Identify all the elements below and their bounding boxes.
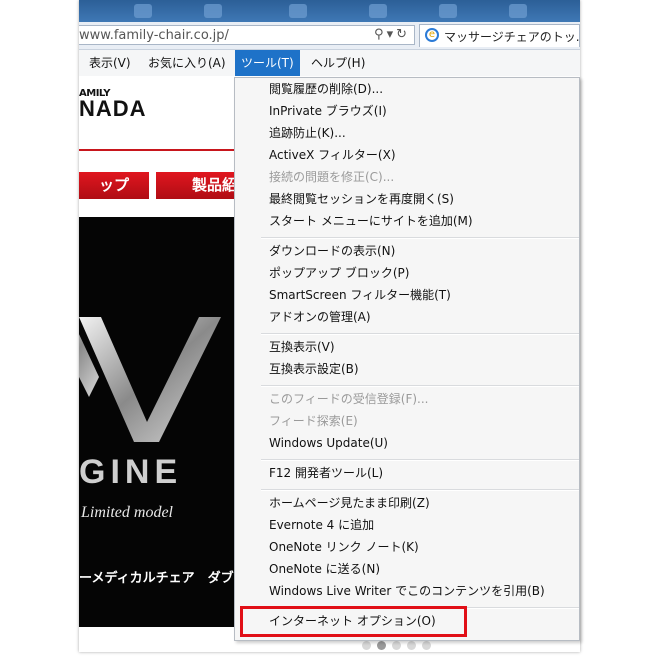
menu-item-inprivate[interactable]: InPrivate ブラウズ(I) [269, 103, 387, 119]
menu-view[interactable]: 表示(V) [89, 50, 131, 76]
menu-item-evernote[interactable]: Evernote 4 に追加 [269, 517, 374, 533]
menu-item-view-downloads[interactable]: ダウンロードの表示(N) [269, 243, 395, 259]
menu-separator [261, 459, 579, 461]
menu-item-onenote-send[interactable]: OneNote に送る(N) [269, 561, 380, 577]
menu-item-tracking-protection[interactable]: 追跡防止(K)... [269, 125, 346, 141]
tab-title: マッサージチェアのトッ... [444, 30, 580, 44]
menu-item-windows-update[interactable]: Windows Update(U) [269, 435, 388, 451]
taskbar-app-icon[interactable] [369, 4, 387, 18]
v-logo-graphic [79, 317, 221, 442]
taskbar-app-icon[interactable] [439, 4, 457, 18]
address-bar[interactable]: www.family-chair.co.jp/ ⚲▾↻ [79, 25, 415, 45]
menu-item-activex-filter[interactable]: ActiveX フィルター(X) [269, 147, 396, 163]
carousel-dot[interactable] [362, 641, 371, 650]
site-logo[interactable]: NADA [79, 96, 147, 122]
address-row: www.family-chair.co.jp/ ⚲▾↻ e マッサージチェアのト… [79, 22, 580, 50]
carousel-dot[interactable] [407, 641, 416, 650]
menu-help[interactable]: ヘルプ(H) [311, 50, 365, 76]
menu-tools[interactable]: ツール(T) [235, 50, 300, 76]
ie-icon: e [425, 28, 439, 42]
menu-item-feed-discovery: フィード探索(E) [269, 414, 358, 428]
menu-item-onenote-link[interactable]: OneNote リンク ノート(K) [269, 539, 419, 555]
carousel-dot[interactable] [422, 641, 431, 650]
nav-top-button[interactable]: ップ [79, 172, 149, 199]
tools-dropdown-menu: 閲覧履歴の削除(D)... InPrivate ブラウズ(I) 追跡防止(K).… [234, 77, 580, 641]
taskbar-app-icon[interactable] [509, 4, 527, 18]
taskbar-app-icon[interactable] [204, 4, 222, 18]
menu-item-subscribe-feed: このフィードの受信登録(F)... [269, 392, 429, 406]
internet-options-highlight [240, 606, 467, 637]
menu-item-compat-settings[interactable]: 互換表示設定(B) [269, 361, 359, 377]
menu-item-popup-blocker[interactable]: ポップアップ ブロック(P) [269, 265, 409, 281]
menu-bar: 表示(V) お気に入り(A) ツール(T) ヘルプ(H) [79, 50, 580, 77]
menu-item-print-as-shown[interactable]: ホームページ見たまま印刷(Z) [269, 495, 430, 511]
menu-separator [261, 333, 579, 335]
menu-separator [261, 489, 579, 491]
menu-item-fix-connection: 接続の問題を修正(C)... [269, 170, 395, 184]
carousel-dot-active[interactable] [377, 641, 386, 650]
carousel-dot[interactable] [392, 641, 401, 650]
hero-caption: ーメディカルチェア ダブ [79, 571, 234, 586]
taskbar-strip [79, 0, 580, 22]
menu-item-add-to-start[interactable]: スタート メニューにサイトを追加(M) [269, 213, 473, 229]
menu-item-compat-view[interactable]: 互換表示(V) [269, 339, 335, 355]
taskbar-app-icon[interactable] [134, 4, 152, 18]
menu-item-manage-addons[interactable]: アドオンの管理(A) [269, 309, 371, 325]
search-icon[interactable]: ⚲▾↻ [374, 27, 410, 42]
taskbar-app-icon[interactable] [289, 4, 307, 18]
menu-item-live-writer[interactable]: Windows Live Writer でこのコンテンツを引用(B) [269, 583, 545, 599]
menu-item-delete-history[interactable]: 閲覧履歴の削除(D)... [269, 81, 383, 97]
browser-tab[interactable]: e マッサージチェアのトッ... [419, 24, 580, 47]
hero-engine-text: GINE [79, 453, 183, 491]
menu-item-smartscreen[interactable]: SmartScreen フィルター機能(T) [269, 287, 451, 303]
menu-favorites[interactable]: お気に入り(A) [148, 50, 226, 76]
menu-item-f12-devtools[interactable]: F12 開発者ツール(L) [269, 465, 383, 481]
hero-limited-text: Limited model [81, 504, 173, 521]
menu-separator [261, 385, 579, 387]
menu-item-reopen-session[interactable]: 最終閲覧セッションを再度開く(S) [269, 191, 454, 207]
address-text: www.family-chair.co.jp/ [79, 28, 229, 43]
menu-separator [261, 237, 579, 239]
